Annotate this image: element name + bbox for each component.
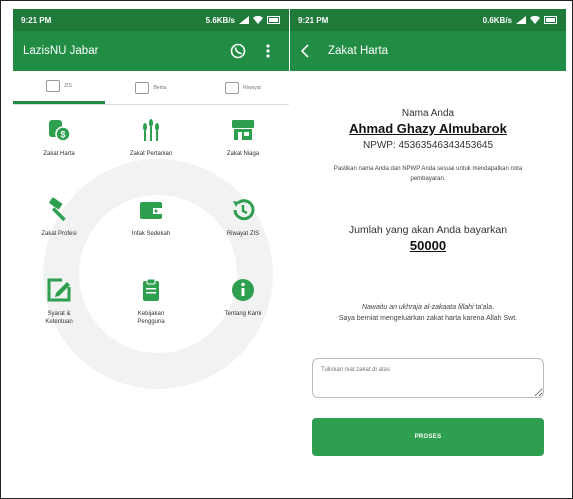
signal-icon	[239, 16, 249, 24]
network-speed: 5.6KB/s	[205, 15, 235, 25]
news-icon	[135, 81, 150, 94]
history-tab-icon	[225, 81, 240, 94]
tab-zis[interactable]: ZIS	[13, 71, 105, 104]
confirm-note: Pastikan nama Anda dan NPWP Anda sesuai …	[333, 166, 523, 182]
menu-label: Kebijakan Pengguna	[137, 311, 165, 325]
menu-zakat-niaga[interactable]: Zakat Niaga	[197, 105, 289, 185]
niat-suffix: ta'ala.	[473, 304, 495, 312]
wifi-icon	[253, 16, 263, 24]
donate-icon	[46, 80, 61, 92]
niat-arabic: Nawaitu an ukhraja al-zakaata lillahi	[361, 304, 474, 312]
menu-infak-sedekah[interactable]: Infak Sedekah	[105, 185, 197, 265]
wifi-icon	[530, 16, 540, 24]
network-speed: 0.6KB/s	[482, 15, 512, 25]
menu-riwayat-zis[interactable]: Riwayat ZIS	[197, 185, 289, 265]
back-arrow-icon[interactable]	[300, 42, 318, 60]
more-vert-icon[interactable]	[257, 40, 279, 62]
amount-value: 50000	[409, 238, 447, 254]
name-label: Nama Anda	[401, 108, 455, 119]
menu-label: Riwayat ZIS	[226, 231, 260, 237]
name-value: Ahmad Ghazy Almubarok	[349, 121, 507, 136]
payment-summary: Nama Anda Ahmad Ghazy Almubarok NPWP: 45…	[290, 108, 566, 457]
menu-label: Tentang Kami	[224, 311, 262, 317]
edit-icon	[46, 277, 72, 303]
app-bar: Zakat Harta	[290, 31, 566, 71]
status-bar: 9:21 PM 5.6KB/s	[13, 9, 289, 31]
proses-button[interactable]: PROSES	[312, 418, 544, 457]
menu-label: Infak Sedekah	[131, 231, 171, 237]
tab-label: Riwayat	[243, 84, 261, 91]
app-title: LazisNU Jabar	[23, 45, 99, 57]
status-time: 9:21 PM	[298, 15, 329, 25]
page-title: Zakat Harta	[328, 45, 389, 57]
info-icon	[230, 277, 256, 303]
zakat-harta-screen: 9:21 PM 0.6KB/s Zakat Harta Nama Anda Ah…	[290, 9, 566, 493]
menu-label: Syarat & Ketentuan	[45, 311, 73, 325]
home-screen: 9:21 PM 5.6KB/s LazisNU Jabar ZIS Berita…	[13, 9, 289, 493]
tab-bar: ZIS Berita Riwayat	[13, 71, 289, 105]
screenshot-frame: 9:21 PM 5.6KB/s LazisNU Jabar ZIS Berita…	[0, 0, 573, 499]
app-bar: LazisNU Jabar	[13, 31, 289, 71]
npwp-value: NPWP: 45363546343453645	[362, 140, 494, 151]
menu-grid: $ Zakat Harta Zakat Pertanian Zakat Niag…	[13, 105, 289, 345]
menu-zakat-pertanian[interactable]: Zakat Pertanian	[105, 105, 197, 185]
status-time: 9:21 PM	[21, 15, 52, 25]
history-icon	[230, 197, 256, 223]
menu-kebijakan-pengguna[interactable]: Kebijakan Pengguna	[105, 265, 197, 345]
tab-berita[interactable]: Berita	[105, 71, 197, 104]
signal-icon	[516, 16, 526, 24]
menu-tentang-kami[interactable]: Tentang Kami	[197, 265, 289, 345]
menu-zakat-profesi[interactable]: Zakat Profesi	[13, 185, 105, 265]
wheat-icon	[138, 117, 164, 143]
menu-zakat-harta[interactable]: $ Zakat Harta	[13, 105, 105, 185]
clipboard-icon	[138, 277, 164, 303]
wallet-icon	[138, 197, 164, 223]
niat-input[interactable]	[312, 358, 544, 399]
menu-label: Zakat Harta	[43, 151, 75, 157]
menu-label: Zakat Niaga	[226, 151, 260, 157]
menu-syarat-ketentuan[interactable]: Syarat & Ketentuan	[13, 265, 105, 345]
hammer-icon	[46, 197, 72, 223]
whatsapp-icon[interactable]	[227, 40, 249, 62]
niat-text: Nawaitu an ukhraja al-zakaata lillahi ta…	[308, 303, 548, 324]
menu-label: Zakat Profesi	[41, 231, 77, 237]
money-bag-icon: $	[46, 117, 72, 143]
amount-label: Jumlah yang akan Anda bayarkan	[348, 224, 508, 237]
store-icon	[230, 117, 256, 143]
tab-label: ZIS	[64, 83, 72, 89]
menu-label: Zakat Pertanian	[129, 151, 173, 157]
svg-text:$: $	[60, 130, 65, 140]
tab-label: Berita	[153, 84, 167, 91]
battery-icon	[267, 16, 280, 24]
tab-riwayat[interactable]: Riwayat	[197, 71, 289, 104]
niat-translation: Saya berniat mengeluarkan zakat harta ka…	[338, 314, 518, 322]
status-bar: 9:21 PM 0.6KB/s	[290, 9, 566, 31]
battery-icon	[544, 16, 557, 24]
